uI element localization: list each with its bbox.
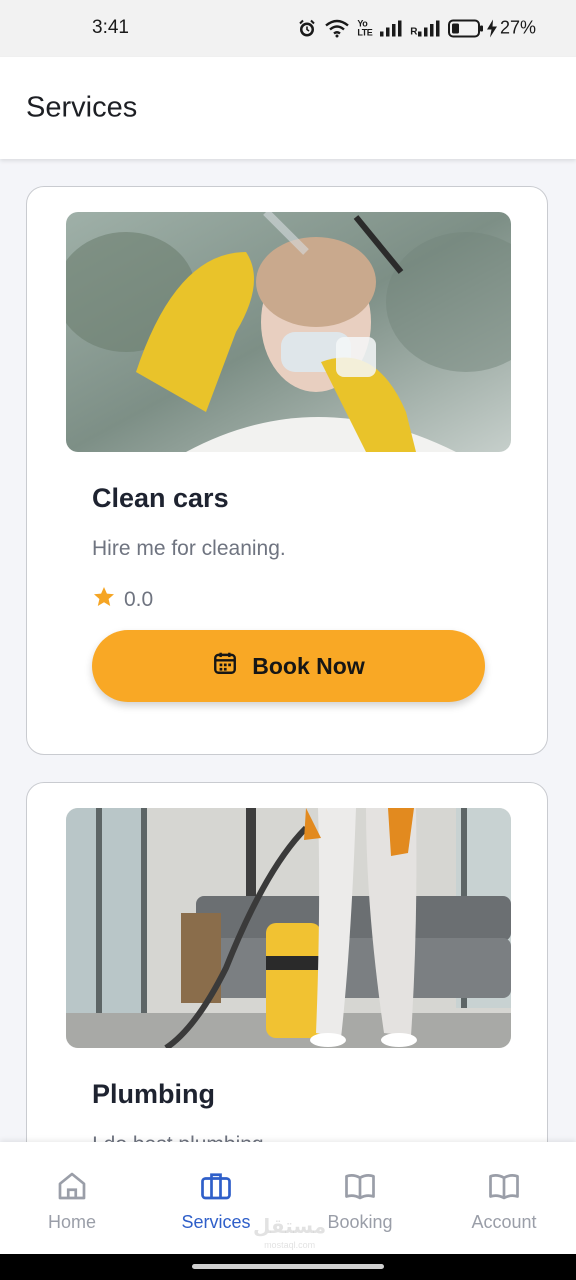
nav-label: Account (471, 1212, 537, 1232)
status-time: 3:41 (92, 17, 129, 38)
bottom-nav: Home Services Booking Account مستقل most… (0, 1142, 576, 1254)
signal-icon (380, 20, 402, 36)
book-icon (486, 1168, 522, 1204)
services-list[interactable]: Clean cars Hire me for cleaning. 0.0 Boo… (0, 160, 576, 1142)
service-title: Plumbing (92, 1079, 215, 1109)
service-image (66, 808, 511, 1048)
service-title: Clean cars (92, 483, 229, 513)
nav-label: Booking (327, 1212, 393, 1232)
battery-percent: 27% (499, 17, 536, 38)
service-description: Hire me for cleaning. (92, 537, 286, 560)
book-now-button[interactable]: Book Now (92, 630, 485, 702)
volte-badge: Yo LTE (357, 18, 373, 37)
briefcase-icon (198, 1168, 234, 1204)
page-title: Services (26, 91, 138, 124)
alarm-icon (297, 18, 317, 38)
nav-item-home[interactable]: Home (0, 1142, 144, 1254)
service-card[interactable]: Plumbing I do best plumbing (26, 782, 548, 1142)
status-icons: Yo LTE R 27% (297, 18, 536, 39)
gesture-bar (0, 1254, 576, 1280)
calendar-icon (212, 650, 238, 682)
star-icon (92, 585, 116, 615)
app-bar: Services (0, 57, 576, 159)
nav-label: Home (47, 1212, 96, 1232)
charging-icon (486, 19, 498, 37)
signal-roaming: R (410, 20, 440, 37)
wifi-icon (325, 19, 350, 37)
service-rating: 0.0 (92, 585, 153, 615)
home-icon (54, 1168, 90, 1204)
status-bar: 3:41 Yo LTE R 27% (0, 0, 576, 57)
battery-icon (447, 19, 484, 37)
service-card[interactable]: Clean cars Hire me for cleaning. 0.0 Boo… (26, 186, 548, 755)
service-description: I do best plumbing (92, 1133, 264, 1142)
book-icon (342, 1168, 378, 1204)
home-indicator[interactable] (192, 1264, 384, 1269)
service-image (66, 212, 511, 452)
watermark: مستقل mostaql.com (253, 1216, 327, 1250)
nav-item-account[interactable]: Account (432, 1142, 576, 1254)
rating-value: 0.0 (124, 588, 154, 611)
book-now-label: Book Now (252, 652, 365, 679)
nav-label: Services (181, 1212, 251, 1232)
signal-icon (417, 20, 440, 36)
